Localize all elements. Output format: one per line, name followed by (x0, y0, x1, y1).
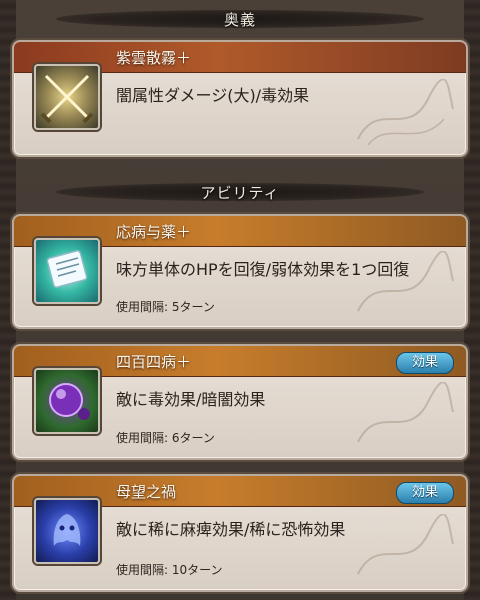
ougi-name: 紫雲散霧＋ (116, 49, 192, 67)
ability-2-cooldown: 使用間隔: 6ターン (116, 431, 215, 445)
ability-card-3: 母望之禍 効果 敵に稀に麻痺効果/稀に恐怖効果 使用間隔: 10ターン (12, 474, 468, 592)
ability-section-header: アビリティ (16, 179, 464, 205)
ability-2-name: 四百四病＋ (116, 353, 192, 371)
ornament-icon (357, 251, 454, 312)
ornament-icon (357, 514, 454, 575)
blue-phantom-icon (34, 498, 100, 564)
ability-3-effect-button[interactable]: 効果 (396, 482, 454, 504)
ability-1-name: 応病与薬＋ (116, 223, 192, 241)
ougi-section-header: 奥義 (16, 6, 464, 32)
ability-2-effect-button[interactable]: 効果 (396, 352, 454, 374)
ability-card-2: 四百四病＋ 効果 敵に毒効果/暗闇効果 使用間隔: 6ターン (12, 344, 468, 460)
crossed-swords-icon (34, 64, 100, 130)
ougi-card: 紫雲散霧＋ 闇属性ダメージ(大)/毒効果 (12, 40, 468, 157)
ornament-icon (357, 79, 454, 146)
ornament-icon (357, 382, 454, 443)
ability-card-1: 応病与薬＋ 味方単体のHPを回復/弱体効果を1つ回復 使用間隔: 5ターン (12, 214, 468, 329)
ability-3-description: 敵に稀に麻痺効果/稀に恐怖効果 (116, 520, 346, 539)
ability-3-cooldown: 使用間隔: 10ターン (116, 563, 223, 577)
ability-3-name: 母望之禍 (116, 483, 177, 501)
scroll-icon (34, 238, 100, 304)
ougi-description: 闇属性ダメージ(大)/毒効果 (116, 86, 310, 105)
poison-orb-icon (34, 368, 100, 434)
ability-2-description: 敵に毒効果/暗闇効果 (116, 390, 266, 409)
ability-section-title: アビリティ (200, 183, 280, 202)
ability-1-cooldown: 使用間隔: 5ターン (116, 300, 215, 314)
ougi-section-title: 奥義 (223, 10, 256, 29)
